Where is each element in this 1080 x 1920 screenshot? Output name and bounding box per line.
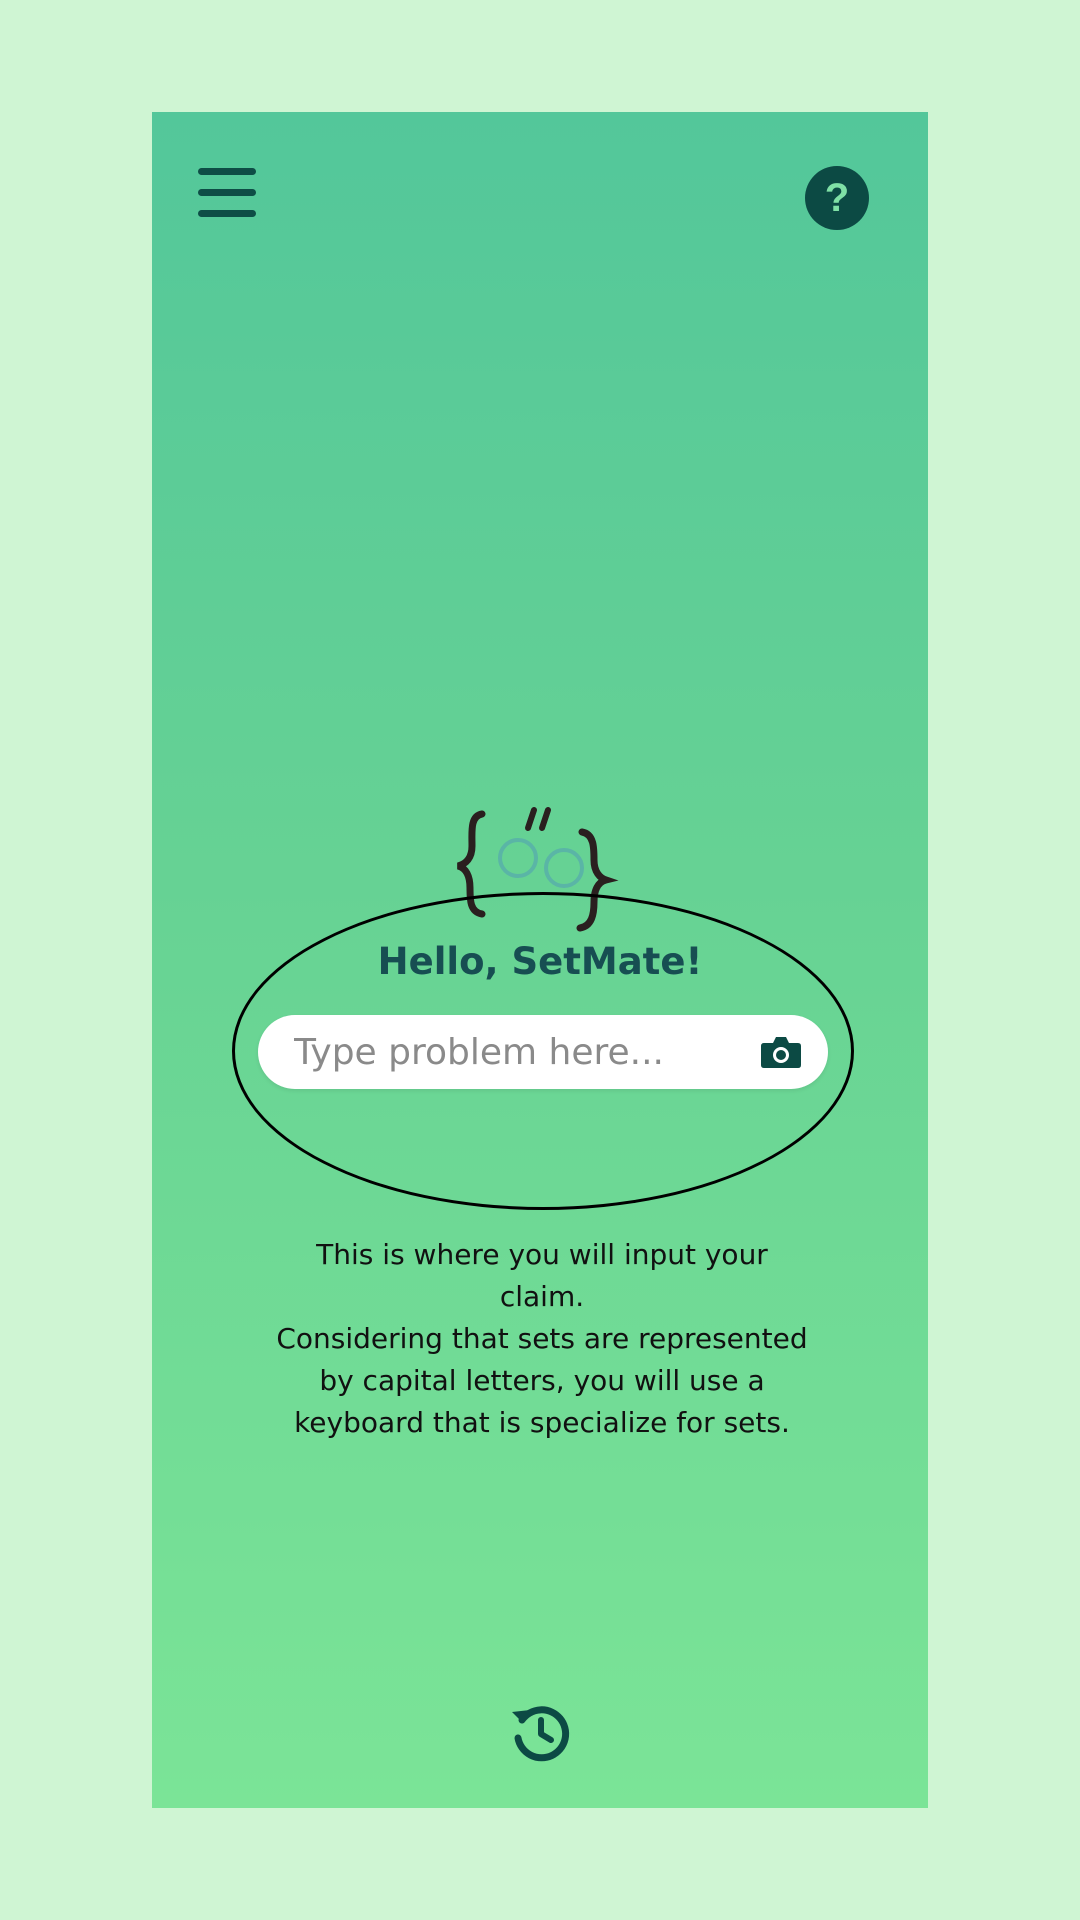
hamburger-menu-icon — [198, 210, 256, 217]
hamburger-menu-icon — [198, 168, 256, 175]
greeting-title: Hello, SetMate! — [377, 940, 703, 983]
hamburger-menu-icon — [198, 189, 256, 196]
tutorial-text-line1: This is where you will input your claim. — [316, 1238, 768, 1313]
problem-input[interactable] — [294, 1015, 734, 1089]
help-button[interactable]: ? — [805, 166, 869, 230]
camera-icon[interactable] — [760, 1035, 802, 1069]
tutorial-description: This is where you will input your claim.… — [272, 1234, 812, 1444]
app-screen: ? Hello, SetMate! This is where you will… — [152, 112, 928, 1808]
setmate-logo-icon — [456, 807, 619, 932]
tutorial-text-line2: Considering that sets are represented by… — [276, 1322, 808, 1439]
question-mark-icon: ? — [824, 176, 850, 220]
problem-search-bar[interactable] — [258, 1015, 828, 1089]
history-icon[interactable] — [508, 1700, 574, 1766]
menu-button[interactable] — [198, 168, 256, 218]
